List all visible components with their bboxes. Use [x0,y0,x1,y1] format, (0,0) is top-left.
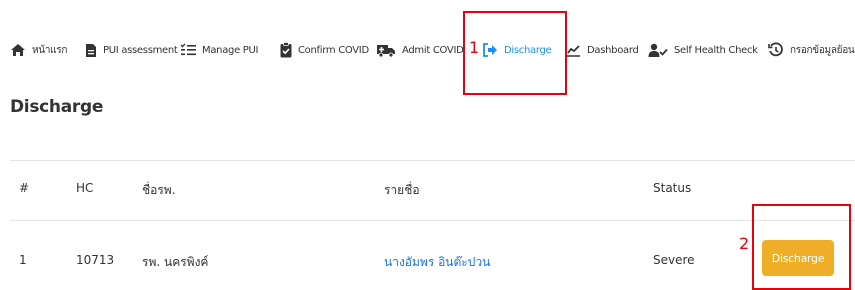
nav-item-confirm-covid[interactable]: Confirm COVID [280,40,369,60]
chart-icon [565,43,581,57]
history-icon [768,42,784,58]
nav-item-history[interactable]: กรอกข้อมูลย้อนหลั [768,40,855,60]
nav-item-pui-assessment[interactable]: PUI assessment [85,40,178,60]
header-number: # [19,181,30,195]
nav-item-dashboard[interactable]: Dashboard [565,40,639,60]
cell-hc: 10713 [76,253,115,267]
list-icon [180,43,196,57]
nav-item-self-health-check[interactable]: Self Health Check [648,40,758,60]
ambulance-icon [376,43,396,58]
nav-item-label: หน้าแรก [32,44,68,56]
cell-hospital: รพ. นครพิงค์ [142,255,209,269]
page-title: Discharge [10,97,104,117]
annotation-number-1: 1 [469,38,480,57]
user-check-icon [648,43,668,58]
nav-item-label: Dashboard [587,44,639,56]
nav-item-label: Confirm COVID [298,44,369,56]
clipboard-check-icon [280,42,292,58]
table-header-divider [10,220,855,221]
cell-status: Severe [653,253,695,267]
nav-item-home[interactable]: หน้าแรก [10,40,67,60]
header-name: รายชื่อ [384,183,420,197]
annotation-box-2 [752,204,851,290]
document-icon [85,43,97,58]
nav-item-label: Manage PUI [202,44,259,56]
nav-item-label: PUI assessment [103,44,178,56]
header-hospital: ชื่อรพ. [142,183,176,197]
table-top-divider [10,160,855,161]
nav-item-manage-pui[interactable]: Manage PUI [180,40,259,60]
nav-item-admit-covid[interactable]: Admit COVID [376,40,464,60]
cell-number: 1 [19,253,27,267]
nav-item-label: กรอกข้อมูลย้อนหลั [790,44,855,56]
nav-item-label: Self Health Check [674,44,758,56]
annotation-number-2: 2 [739,234,750,253]
header-hc: HC [76,181,94,195]
nav-item-label: Admit COVID [402,44,464,56]
top-nav: หน้าแรก PUI assessment Manage PUI Confir… [0,0,855,100]
home-icon [10,43,26,57]
header-status: Status [653,181,692,195]
cell-patient-name-link[interactable]: นางอัมพร อินต๊ะปวน [384,253,490,272]
